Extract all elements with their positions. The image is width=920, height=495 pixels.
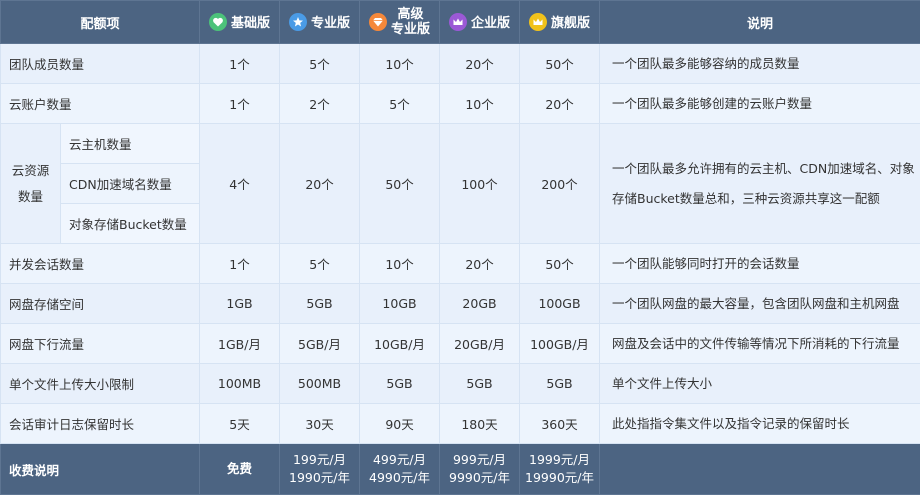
table-row: 云账户数量 1个 2个 5个 10个 20个 一个团队最多能够创建的云账户数量 bbox=[1, 84, 920, 124]
plan-header-basic: 基础版 bbox=[200, 1, 280, 44]
table-row: 单个文件上传大小限制 100MB 500MB 5GB 5GB 5GB 单个文件上… bbox=[1, 364, 920, 404]
plan-header-flagship: 旗舰版 bbox=[520, 1, 600, 44]
cell-enterprise: 20GB/月 bbox=[440, 324, 520, 364]
cell-advanced: 50个 bbox=[360, 124, 440, 244]
plan-name: 基础版 bbox=[231, 12, 270, 31]
cell-basic: 100MB bbox=[200, 364, 280, 404]
fee-row: 收费说明 免费 199元/月1990元/年 499元/月4990元/年 999元… bbox=[1, 444, 920, 495]
plan-name: 专业版 bbox=[311, 12, 350, 31]
cell-advanced: 10个 bbox=[360, 44, 440, 84]
row-label: 并发会话数量 bbox=[1, 244, 200, 284]
row-description: 网盘及会话中的文件传输等情况下所消耗的下行流量 bbox=[600, 324, 920, 364]
row-description: 一个团队最多能够创建的云账户数量 bbox=[600, 84, 920, 124]
cell-advanced: 5GB bbox=[360, 364, 440, 404]
plan-header-pro: 专业版 bbox=[280, 1, 360, 44]
cell-basic: 1GB/月 bbox=[200, 324, 280, 364]
sub-item-label: 云主机数量 bbox=[61, 124, 200, 164]
sub-item-label: 对象存储Bucket数量 bbox=[61, 204, 200, 244]
table-row: 并发会话数量 1个 5个 10个 20个 50个 一个团队能够同时打开的会话数量 bbox=[1, 244, 920, 284]
cell-basic: 1GB bbox=[200, 284, 280, 324]
row-description: 单个文件上传大小 bbox=[600, 364, 920, 404]
cell-pro: 5GB/月 bbox=[280, 324, 360, 364]
cell-basic: 1个 bbox=[200, 244, 280, 284]
heart-icon bbox=[209, 13, 227, 31]
row-description: 一个团队能够同时打开的会话数量 bbox=[600, 244, 920, 284]
cell-advanced: 10GB bbox=[360, 284, 440, 324]
cell-enterprise: 20GB bbox=[440, 284, 520, 324]
pricing-table: 配额项 基础版 专业版 bbox=[0, 0, 920, 495]
gem-icon bbox=[369, 13, 387, 31]
row-label: 云资源 数量 bbox=[1, 124, 61, 244]
table-row: 云资源 数量 云主机数量 4个 20个 50个 100个 200个 一个团队最多… bbox=[1, 124, 920, 164]
table-row: 网盘存储空间 1GB 5GB 10GB 20GB 100GB 一个团队网盘的最大… bbox=[1, 284, 920, 324]
row-label: 团队成员数量 bbox=[1, 44, 200, 84]
cell-flagship: 5GB bbox=[520, 364, 600, 404]
star-icon bbox=[289, 13, 307, 31]
cell-pro: 500MB bbox=[280, 364, 360, 404]
plan-name: 旗舰版 bbox=[551, 12, 590, 31]
row-description: 一个团队最多允许拥有的云主机、CDN加速域名、对象存储Bucket数量总和，三种… bbox=[600, 124, 920, 244]
cell-pro: 5个 bbox=[280, 244, 360, 284]
row-label: 网盘下行流量 bbox=[1, 324, 200, 364]
item-column-header: 配额项 bbox=[1, 1, 200, 44]
cell-advanced: 5个 bbox=[360, 84, 440, 124]
table-row: 网盘下行流量 1GB/月 5GB/月 10GB/月 20GB/月 100GB/月… bbox=[1, 324, 920, 364]
cell-pro: 5个 bbox=[280, 44, 360, 84]
header-row: 配额项 基础版 专业版 bbox=[1, 1, 920, 44]
cell-flagship: 20个 bbox=[520, 84, 600, 124]
plan-name: 企业版 bbox=[471, 12, 510, 31]
cell-enterprise: 20个 bbox=[440, 44, 520, 84]
plan-name: 高级 专业版 bbox=[391, 7, 430, 37]
cell-flagship: 200个 bbox=[520, 124, 600, 244]
row-description: 一个团队最多能够容纳的成员数量 bbox=[600, 44, 920, 84]
cell-enterprise: 180天 bbox=[440, 404, 520, 444]
cell-flagship: 100GB bbox=[520, 284, 600, 324]
crown-gold-icon bbox=[529, 13, 547, 31]
table-row: 会话审计日志保留时长 5天 30天 90天 180天 360天 此处指指令集文件… bbox=[1, 404, 920, 444]
price-enterprise: 999元/月9990元/年 bbox=[440, 444, 520, 495]
price-flagship: 1999元/月19990元/年 bbox=[520, 444, 600, 495]
cell-pro: 20个 bbox=[280, 124, 360, 244]
cell-pro: 2个 bbox=[280, 84, 360, 124]
row-description: 此处指指令集文件以及指令记录的保留时长 bbox=[600, 404, 920, 444]
cell-advanced: 90天 bbox=[360, 404, 440, 444]
cell-flagship: 50个 bbox=[520, 244, 600, 284]
sub-item-label: CDN加速域名数量 bbox=[61, 164, 200, 204]
cell-enterprise: 5GB bbox=[440, 364, 520, 404]
cell-flagship: 100GB/月 bbox=[520, 324, 600, 364]
crown-icon bbox=[449, 13, 467, 31]
cell-pro: 30天 bbox=[280, 404, 360, 444]
price-basic: 免费 bbox=[200, 444, 280, 495]
cell-flagship: 360天 bbox=[520, 404, 600, 444]
table-row: 团队成员数量 1个 5个 10个 20个 50个 一个团队最多能够容纳的成员数量 bbox=[1, 44, 920, 84]
cell-enterprise: 10个 bbox=[440, 84, 520, 124]
row-description: 一个团队网盘的最大容量，包含团队网盘和主机网盘 bbox=[600, 284, 920, 324]
plan-header-enterprise: 企业版 bbox=[440, 1, 520, 44]
cell-basic: 1个 bbox=[200, 84, 280, 124]
row-label: 单个文件上传大小限制 bbox=[1, 364, 200, 404]
fee-label: 收费说明 bbox=[1, 444, 200, 495]
cell-enterprise: 100个 bbox=[440, 124, 520, 244]
plan-header-advanced: 高级 专业版 bbox=[360, 1, 440, 44]
cell-flagship: 50个 bbox=[520, 44, 600, 84]
row-label: 会话审计日志保留时长 bbox=[1, 404, 200, 444]
row-label: 网盘存储空间 bbox=[1, 284, 200, 324]
cell-advanced: 10GB/月 bbox=[360, 324, 440, 364]
description-column-header: 说明 bbox=[600, 1, 920, 44]
cell-pro: 5GB bbox=[280, 284, 360, 324]
cell-enterprise: 20个 bbox=[440, 244, 520, 284]
fee-description bbox=[600, 444, 920, 495]
price-advanced: 499元/月4990元/年 bbox=[360, 444, 440, 495]
cell-advanced: 10个 bbox=[360, 244, 440, 284]
row-label: 云账户数量 bbox=[1, 84, 200, 124]
cell-basic: 4个 bbox=[200, 124, 280, 244]
price-pro: 199元/月1990元/年 bbox=[280, 444, 360, 495]
cell-basic: 5天 bbox=[200, 404, 280, 444]
cell-basic: 1个 bbox=[200, 44, 280, 84]
